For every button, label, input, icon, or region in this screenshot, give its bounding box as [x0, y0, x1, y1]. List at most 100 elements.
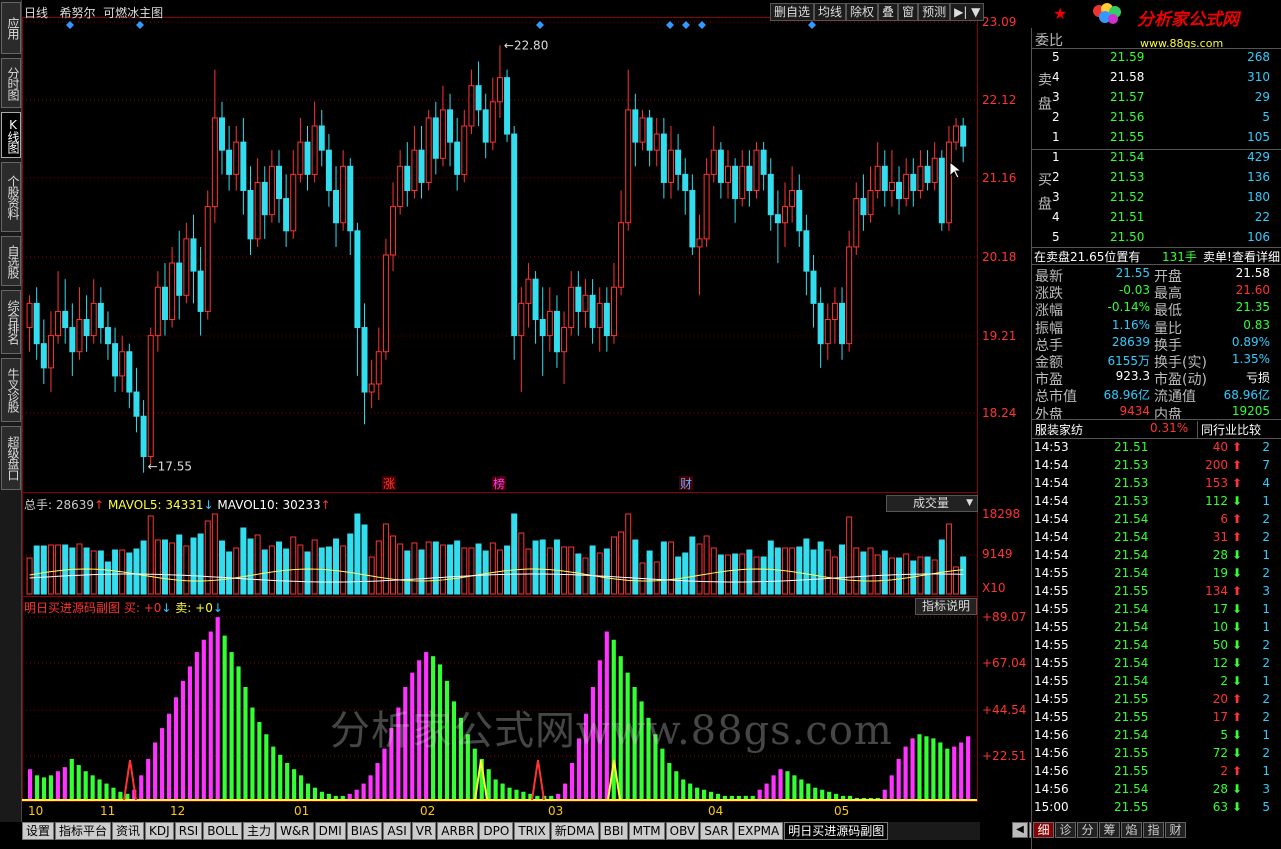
indicator-tab-4[interactable]: RSI: [174, 822, 203, 840]
candle-body: [218, 117, 225, 151]
toolbar-button-2[interactable]: 除权: [846, 3, 879, 21]
sell-volume: 29: [1254, 90, 1270, 104]
candle-body: [789, 189, 796, 208]
indicator-bar: [938, 742, 943, 800]
volume-bar: [824, 549, 831, 595]
month-label: 11: [100, 804, 115, 818]
tick-count: 4: [1262, 476, 1270, 490]
indicator-bar: [945, 748, 950, 800]
stat-value: 68.96亿: [1223, 388, 1270, 403]
indicator-tab-21[interactable]: 明日买进源码副图: [784, 822, 889, 840]
indicator-tab-12[interactable]: ARBR: [437, 822, 479, 840]
quote-tab-0[interactable]: 细: [1033, 822, 1054, 838]
indicator-bar: [201, 639, 206, 800]
toolbar-button-4[interactable]: 窗: [898, 3, 919, 21]
indicator-help-button[interactable]: 指标说明: [915, 598, 977, 615]
chart-toolbar: 删自选 均线 除权叠窗预测 ▶| ▼: [770, 3, 985, 21]
quote-panel: www.88gs.com 委比 卖盘 买盘 5 21.59 268 4 21.58 310 3 21.…: [1031, 0, 1281, 849]
indicator-tab-5[interactable]: BOLL: [203, 822, 243, 840]
candle-body: [831, 302, 838, 320]
indicator-bar: [368, 775, 373, 800]
indicator-tab-7[interactable]: W&R: [276, 822, 314, 840]
indicator-tab-9[interactable]: BIAS: [346, 822, 383, 840]
candle-body: [454, 141, 461, 175]
view-detail-link[interactable]: 查看详细: [1232, 248, 1280, 265]
indicator-header: 明日买进源码副图 买: +0↓ 卖: +0↓: [24, 599, 223, 616]
left-tab-3[interactable]: 个股资料: [1, 162, 21, 232]
indicator-tab-18[interactable]: OBV: [665, 822, 700, 840]
toolbar-button-0[interactable]: 删自选: [770, 3, 815, 21]
tick-price: 21.51: [1114, 440, 1149, 454]
indicator-bar: [507, 787, 512, 800]
left-tab-7[interactable]: 超级盘口: [1, 426, 21, 490]
candle-body: [333, 189, 340, 224]
indicator-tab-13[interactable]: DPO: [479, 822, 514, 840]
candle-body: [803, 230, 810, 272]
left-tab-5[interactable]: 综合排名: [1, 290, 21, 354]
volume-select[interactable]: 成交量 ▼: [886, 495, 978, 512]
indicator-tab-8[interactable]: DMI: [314, 822, 346, 840]
quote-tab-1[interactable]: 诊: [1055, 822, 1076, 838]
tick-time: 14:56: [1034, 782, 1069, 796]
template-name[interactable]: 可燃冰主图: [103, 6, 163, 20]
buy-volume: 429: [1247, 150, 1270, 164]
tick-price: 21.54: [1114, 638, 1149, 652]
candle-body: [960, 125, 967, 147]
volume-bar: [133, 548, 140, 595]
indicator-tab-10[interactable]: ASI: [383, 822, 411, 840]
left-tab-0[interactable]: 应用: [1, 2, 21, 54]
volume-bar: [97, 550, 104, 595]
volume-bar: [382, 523, 389, 595]
arrow-up-icon: ⬆: [1232, 476, 1243, 490]
tick-count: 5: [1262, 800, 1270, 814]
left-tab-1[interactable]: 分时图: [1, 58, 21, 108]
sector-name[interactable]: 服装家纺: [1035, 421, 1083, 438]
indicator-tab-14[interactable]: TRIX: [514, 822, 550, 840]
toolbar-button-1[interactable]: 均线: [814, 3, 847, 21]
quote-tab-4[interactable]: 焰: [1121, 822, 1142, 838]
left-tab-6[interactable]: 牛叉诊股: [1, 358, 21, 422]
candle-body: [910, 173, 917, 191]
indicator-tab-1[interactable]: 指标平台: [55, 822, 112, 840]
volume-bar: [425, 541, 432, 595]
tick-volume: 20: [1212, 692, 1228, 706]
indicator-tab-20[interactable]: EXPMA: [733, 822, 784, 840]
indicator-tab-19[interactable]: SAR: [700, 822, 733, 840]
indicator-tab-15[interactable]: 新DMA: [550, 822, 599, 840]
indicator-bar: [271, 746, 276, 800]
menu-arrow-icon[interactable]: ▶| ▼: [950, 3, 985, 21]
indicator-tab-11[interactable]: VR: [411, 822, 437, 840]
volume-bar: [760, 556, 767, 595]
compare-sector-button[interactable]: 同行业比较: [1197, 421, 1261, 438]
buy-value: 买: +0: [123, 601, 162, 615]
scroll-left-icon[interactable]: ◀: [1012, 822, 1028, 838]
indicator-tab-6[interactable]: 主力: [243, 822, 276, 840]
tick-volume: 6: [1220, 512, 1228, 526]
quote-tab-6[interactable]: 财: [1165, 822, 1186, 838]
quote-tab-5[interactable]: 指: [1143, 822, 1164, 838]
price-tick-label: 20.18: [982, 250, 1016, 264]
indicator-tab-3[interactable]: KDJ: [145, 822, 174, 840]
toolbar-button-5[interactable]: 预测: [918, 3, 951, 21]
indicator-tab-17[interactable]: MTM: [628, 822, 665, 840]
candle-body: [782, 206, 789, 224]
indicator-tab-16[interactable]: BBI: [599, 822, 628, 840]
volume-bar: [846, 516, 853, 595]
quote-tab-2[interactable]: 分: [1077, 822, 1098, 838]
period-label[interactable]: 日线: [24, 6, 48, 20]
star-icon[interactable]: ★: [1053, 4, 1067, 23]
left-tab-2[interactable]: K线图: [1, 112, 21, 158]
indicator-bar: [806, 783, 811, 800]
indicator-bar: [827, 791, 832, 800]
tick-volume: 72: [1212, 746, 1228, 760]
indicator-name[interactable]: 明日买进源码副图: [24, 601, 120, 615]
indicator-bar: [146, 758, 151, 800]
indicator-bar: [139, 775, 144, 800]
candle-body: [489, 101, 496, 143]
toolbar-button-3[interactable]: 叠: [878, 3, 899, 21]
indicator-tab-0[interactable]: 设置: [22, 822, 55, 840]
indicator-bar: [319, 791, 325, 800]
indicator-tab-2[interactable]: 资讯: [112, 822, 145, 840]
left-tab-4[interactable]: 自选股: [1, 236, 21, 286]
quote-tab-3[interactable]: 筹: [1099, 822, 1120, 838]
